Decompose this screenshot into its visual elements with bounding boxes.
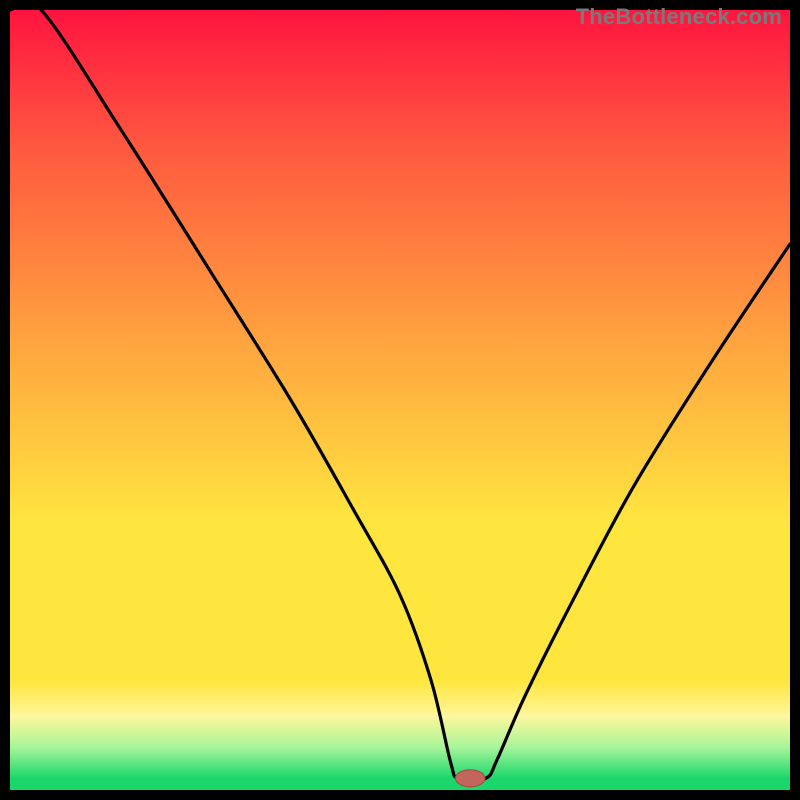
- plot-area: [10, 10, 790, 790]
- optimal-marker: [455, 770, 485, 787]
- chart-svg: [10, 10, 790, 790]
- outer-frame: TheBottleneck.com: [0, 0, 800, 800]
- watermark-text: TheBottleneck.com: [576, 4, 782, 30]
